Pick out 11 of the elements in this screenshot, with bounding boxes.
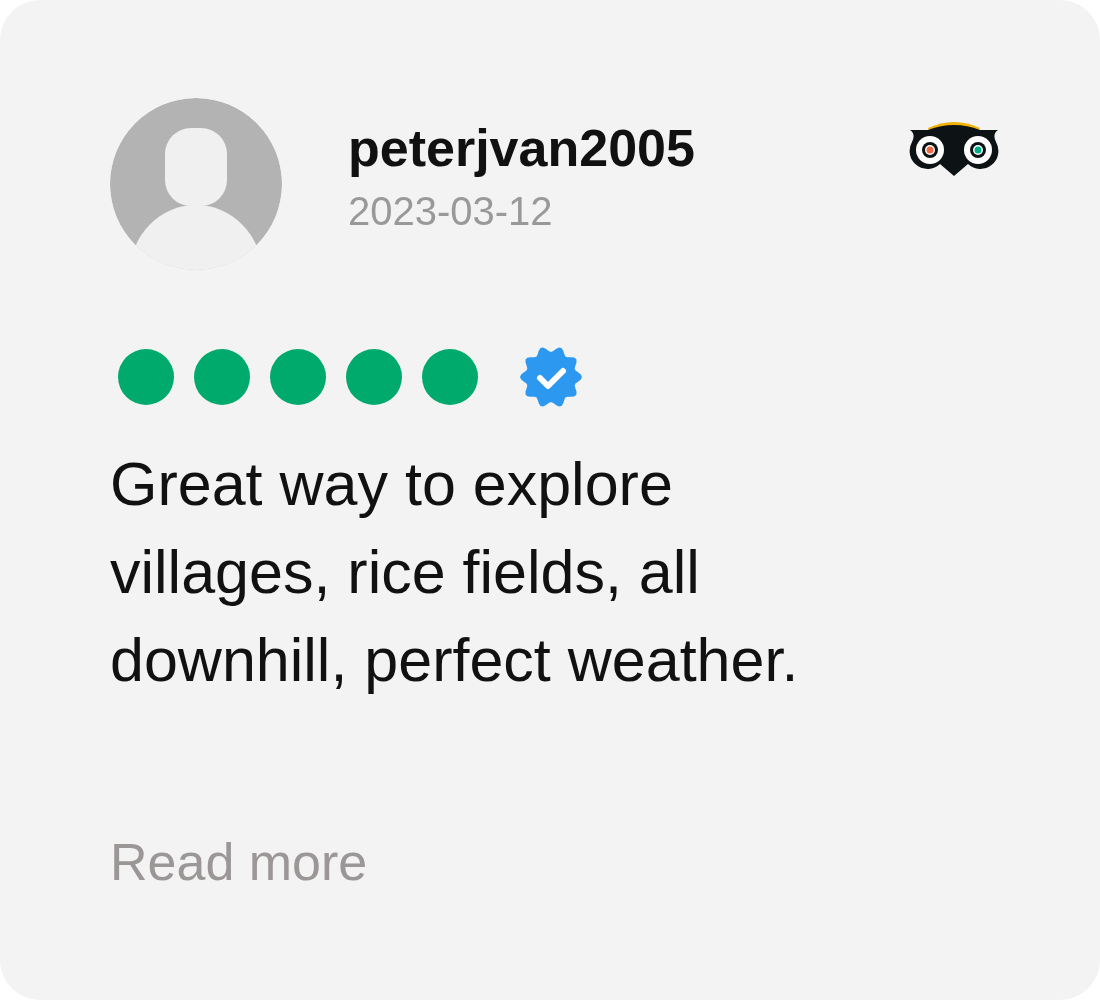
- owl-logo-icon: [908, 120, 1000, 176]
- rating-dot: [346, 349, 402, 405]
- rating-dot: [118, 349, 174, 405]
- review-date: 2023-03-12: [348, 188, 554, 235]
- reviewer-name: peterjvan2005: [348, 118, 696, 178]
- review-text: Great way to explore villages, rice fields, all downhill, perfect weather.: [110, 449, 800, 696]
- rating-dot: [194, 349, 250, 405]
- read-more-link[interactable]: Read more: [110, 832, 368, 892]
- avatar-icon: [110, 98, 282, 270]
- rating-dot: [270, 349, 326, 405]
- rating-dot: [422, 349, 478, 405]
